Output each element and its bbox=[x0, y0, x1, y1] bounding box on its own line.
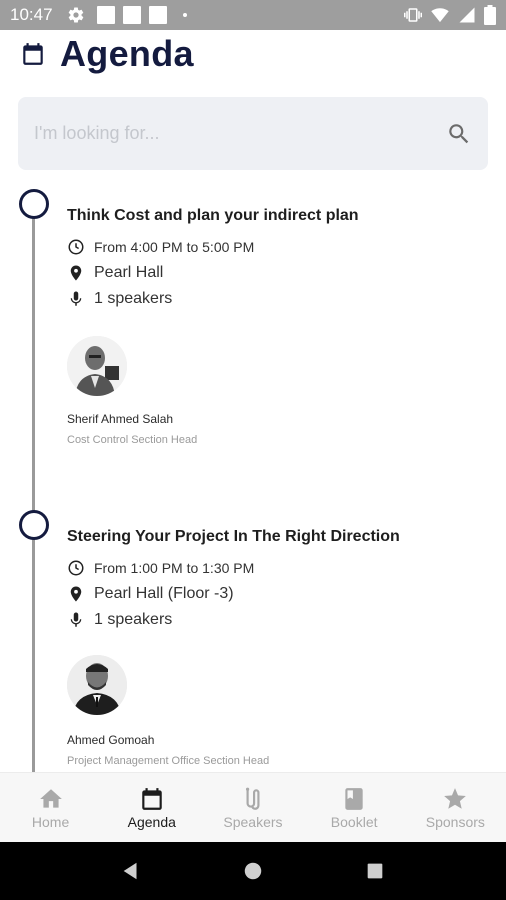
home-icon bbox=[39, 788, 62, 808]
dot-icon bbox=[182, 13, 187, 17]
status-bar: 10:47 bbox=[0, 0, 506, 30]
star-icon bbox=[444, 787, 467, 809]
session-speakers-count: 1 speakers bbox=[94, 290, 173, 307]
clock-icon bbox=[68, 560, 84, 576]
clock-icon bbox=[68, 239, 84, 255]
location-pin-icon bbox=[70, 586, 82, 602]
calendar-icon bbox=[142, 787, 162, 810]
back-icon[interactable] bbox=[120, 860, 142, 882]
search-bar[interactable] bbox=[18, 97, 488, 170]
session-time-row: From 4:00 PM to 5:00 PM bbox=[67, 238, 487, 256]
search-input[interactable] bbox=[34, 123, 446, 144]
agenda-screen: 10:47 Agenda Think Cost and plan your in… bbox=[0, 0, 506, 900]
home-circle-icon[interactable] bbox=[242, 860, 264, 882]
search-icon[interactable] bbox=[446, 121, 472, 147]
session-time: From 1:00 PM to 1:30 PM bbox=[94, 560, 255, 576]
session-title: Steering Your Project In The Right Direc… bbox=[67, 528, 400, 545]
timeline-marker bbox=[19, 510, 49, 540]
session-speakers-row: 1 speakers bbox=[67, 290, 487, 308]
speaker-photo bbox=[67, 655, 127, 715]
session-location: Pearl Hall bbox=[94, 264, 164, 281]
speaker-role: Cost Control Section Head bbox=[67, 434, 198, 446]
page-header: Agenda bbox=[20, 32, 194, 76]
speakers-icon bbox=[245, 787, 260, 810]
notification-square-icon bbox=[148, 6, 167, 24]
bottom-nav: Home Agenda Speakers Booklet Sponsors bbox=[0, 772, 506, 842]
session-location-row: Pearl Hall bbox=[67, 264, 487, 282]
location-pin-icon bbox=[70, 265, 82, 281]
nav-label: Home bbox=[31, 813, 70, 830]
session-card[interactable]: Steering Your Project In The Right Direc… bbox=[67, 527, 487, 629]
signal-icon bbox=[459, 7, 475, 23]
nav-agenda[interactable]: Agenda bbox=[101, 786, 202, 830]
session-title: Think Cost and plan your indirect plan bbox=[67, 207, 359, 224]
session-location: Pearl Hall (Floor -3) bbox=[94, 585, 234, 602]
nav-speakers[interactable]: Speakers bbox=[202, 786, 303, 830]
status-time: 10:47 bbox=[10, 5, 53, 24]
status-right-icons bbox=[404, 5, 496, 25]
session-speakers-row: 1 speakers bbox=[67, 611, 487, 629]
page-title: Agenda bbox=[60, 33, 194, 74]
nav-label: Speakers bbox=[223, 813, 283, 830]
session-card[interactable]: Think Cost and plan your indirect plan F… bbox=[67, 206, 487, 308]
notification-square-icon bbox=[122, 6, 141, 24]
timeline-line bbox=[32, 218, 35, 773]
nav-label: Sponsors bbox=[425, 813, 485, 830]
speaker-avatar[interactable] bbox=[67, 336, 127, 396]
session-speakers-count: 1 speakers bbox=[94, 611, 173, 628]
microphone-icon bbox=[70, 291, 82, 306]
wifi-icon bbox=[431, 8, 449, 23]
nav-label: Agenda bbox=[127, 813, 176, 830]
microphone-icon bbox=[70, 612, 82, 627]
battery-icon bbox=[484, 5, 496, 25]
settings-icon bbox=[68, 7, 83, 23]
speaker-name: Sherif Ahmed Salah bbox=[67, 412, 174, 426]
book-icon bbox=[345, 787, 363, 810]
session-location-row: Pearl Hall (Floor -3) bbox=[67, 585, 487, 603]
timeline-marker bbox=[19, 189, 49, 219]
calendar-icon bbox=[23, 43, 43, 65]
notification-square-icon bbox=[96, 6, 115, 24]
speaker-name: Ahmed Gomoah bbox=[67, 733, 155, 747]
recents-icon[interactable] bbox=[364, 860, 386, 882]
session-time: From 4:00 PM to 5:00 PM bbox=[94, 239, 255, 255]
speaker-photo bbox=[67, 336, 127, 396]
nav-home[interactable]: Home bbox=[0, 786, 101, 830]
system-nav-bar bbox=[0, 842, 506, 900]
nav-booklet[interactable]: Booklet bbox=[304, 786, 405, 830]
nav-label: Booklet bbox=[330, 813, 378, 830]
nav-sponsors[interactable]: Sponsors bbox=[405, 786, 506, 830]
vibrate-icon bbox=[404, 8, 422, 22]
speaker-role: Project Management Office Section Head bbox=[67, 755, 270, 767]
session-time-row: From 1:00 PM to 1:30 PM bbox=[67, 559, 487, 577]
speaker-avatar[interactable] bbox=[67, 655, 127, 715]
